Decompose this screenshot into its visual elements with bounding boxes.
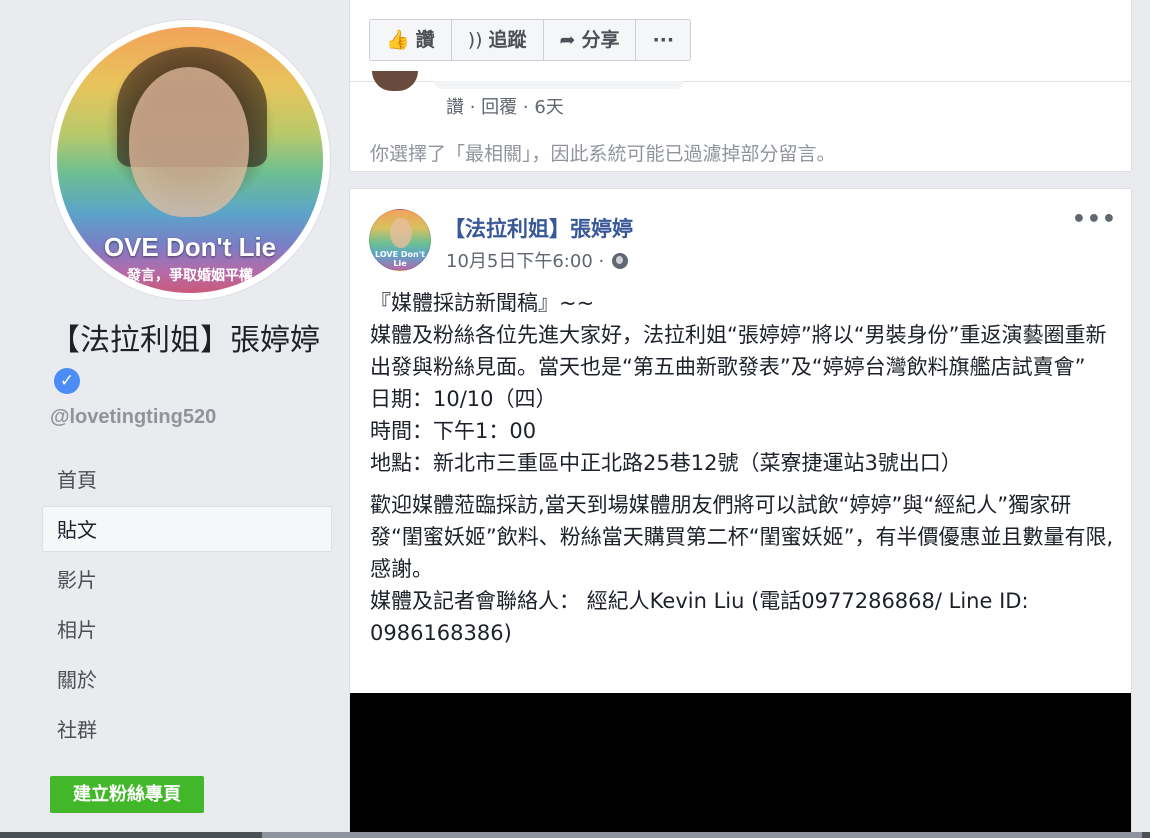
nav-item-photos[interactable]: 相片 xyxy=(42,606,332,652)
share-button[interactable]: ➦ 分享 xyxy=(544,20,637,60)
post-line: 歡迎媒體蒞臨採訪,當天到場媒體朋友們將可以試飲“婷婷”與“經紀人”獨家研發“閨蜜… xyxy=(370,493,1114,581)
nav-item-videos[interactable]: 影片 xyxy=(42,556,332,602)
verified-badge-icon: ✓ xyxy=(54,368,80,394)
horizontal-scrollbar[interactable] xyxy=(0,832,1150,838)
create-page-button[interactable]: 建立粉絲專頁 xyxy=(50,776,204,813)
profile-avatar: OVE Don't Lie 發言，爭取婚姻平權 xyxy=(57,27,323,293)
page-action-bar: 👍 讚 )) 追蹤 ➦ 分享 ··· xyxy=(369,19,692,61)
post-video[interactable] xyxy=(350,693,1131,838)
post-line: 『媒體採訪新聞稿』~~ xyxy=(370,291,595,315)
page-handle[interactable]: @lovetingting520 xyxy=(50,406,216,429)
scrollbar-thumb[interactable] xyxy=(262,832,1142,838)
follow-label: 追蹤 xyxy=(488,29,527,51)
post-timestamp[interactable]: 10月5日下午6:00 · xyxy=(446,247,628,273)
nav-item-about[interactable]: 關於 xyxy=(42,656,332,702)
comment-avatar[interactable] xyxy=(372,71,418,91)
nav-item-home[interactable]: 首頁 xyxy=(42,456,332,502)
comment-bubble xyxy=(434,81,684,89)
comment-filter-note: 你選擇了「最相關」，因此系統可能已過濾掉部分留言。 xyxy=(370,143,836,165)
page-nav: 首頁 貼文 影片 相片 關於 社群 xyxy=(42,456,332,756)
nav-item-posts[interactable]: 貼文 xyxy=(42,506,332,552)
left-column: OVE Don't Lie 發言，爭取婚姻平權 【法拉利姐】張婷婷 ✓ @love… xyxy=(0,0,340,838)
post-line: 媒體及粉絲各位先進大家好，法拉利姐“張婷婷”將以“男裝身份”重返演藝圈重新出發與… xyxy=(370,323,1107,379)
post-line: 日期：10/10（四） xyxy=(370,387,557,411)
share-label: 分享 xyxy=(581,29,620,51)
nav-item-community[interactable]: 社群 xyxy=(42,706,332,752)
post-text: 『媒體採訪新聞稿』~~ 媒體及粉絲各位先進大家好，法拉利姐“張婷婷”將以“男裝身… xyxy=(370,287,1120,649)
avatar-banner-subtext: 發言，爭取婚姻平權 xyxy=(127,268,253,284)
share-arrow-icon: ➦ xyxy=(559,29,576,51)
profile-picture[interactable]: OVE Don't Lie 發言，爭取婚姻平權 xyxy=(50,20,330,300)
like-label: 讚 xyxy=(415,29,435,51)
post-options-icon[interactable]: ••• xyxy=(1072,207,1117,232)
post-card: LOVE Don't Lie 【法拉利姐】張婷婷 10月5日下午6:00 · •… xyxy=(349,188,1132,838)
post-line: 地點：新北市三重區中正北路25巷12號（菜寮捷運站3號出口） xyxy=(370,451,962,475)
post-author-name[interactable]: 【法拉利姐】張婷婷 xyxy=(444,213,633,243)
like-page-button[interactable]: 👍 讚 xyxy=(370,20,452,60)
thumbs-up-icon: 👍 xyxy=(386,29,410,51)
rss-icon: )) xyxy=(467,29,483,51)
page-header-card: 👍 讚 )) 追蹤 ➦ 分享 ··· 讚 · 回覆 · 6天 你選擇了「最相關」，因此… xyxy=(349,0,1132,172)
globe-icon xyxy=(611,253,628,269)
post-time-text[interactable]: 10月5日下午6:00 · xyxy=(446,251,610,272)
post-author-avatar[interactable]: LOVE Don't Lie xyxy=(369,209,431,271)
follow-button[interactable]: )) 追蹤 xyxy=(452,20,544,60)
comment-actions[interactable]: 讚 · 回覆 · 6天 xyxy=(446,93,564,119)
page-title[interactable]: 【法拉利姐】張婷婷 ✓ xyxy=(50,322,330,398)
avatar-banner-text: OVE Don't Lie xyxy=(103,232,277,262)
post-line: 媒體及記者會聯絡人： 經紀人Kevin Liu (電話0977286868/ L… xyxy=(370,589,1029,645)
post-avatar-text: LOVE Don't Lie xyxy=(375,250,425,268)
page-name-text[interactable]: 【法拉利姐】張婷婷 xyxy=(50,323,320,358)
post-line: 時間：下午1：00 xyxy=(370,419,537,443)
more-options-button[interactable]: ··· xyxy=(636,20,690,60)
